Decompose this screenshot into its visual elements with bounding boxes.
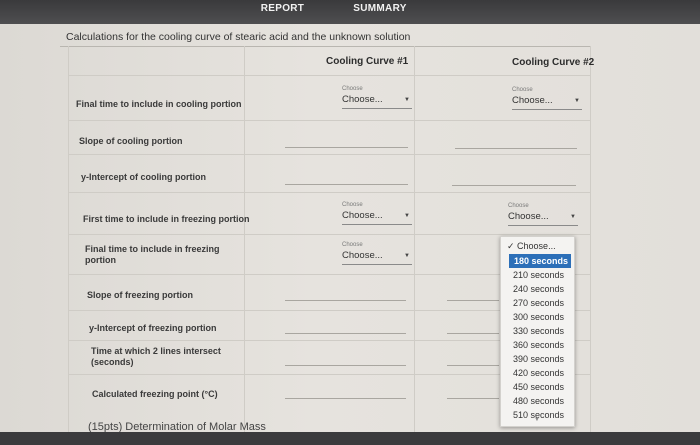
select-final-freezing-curve-1[interactable]: Choose Choose... ▼ [342,242,412,265]
grid-divider [68,154,590,155]
caret-down-icon: ▼ [570,214,576,220]
row-label-final-cooling: Final time to include in cooling portion [76,99,242,109]
row-label-freezing-point: Calculated freezing point (°C) [92,389,218,399]
select-final-cooling-curve-1[interactable]: Choose Choose... ▼ [342,86,412,109]
dropdown-option[interactable]: 450 seconds [501,380,576,394]
scroll-down-icon[interactable]: ▼ [534,417,540,423]
grid-divider [590,46,591,436]
dropdown-option[interactable]: 360 seconds [501,338,576,352]
row-label-yint-freezing: y-Intercept of freezing portion [89,323,217,333]
column-header-curve-2: Cooling Curve #2 [512,57,595,68]
select-first-freezing-curve-2[interactable]: Choose Choose... ▼ [508,203,578,226]
row-label-first-freezing: First time to include in freezing portio… [83,214,250,224]
dropdown-option[interactable]: 240 seconds [501,282,576,296]
select-first-freezing-curve-1[interactable]: Choose Choose... ▼ [342,202,412,225]
bottom-bar [0,432,700,445]
select-underline [508,225,578,226]
freezing-point-curve-2-field[interactable] [447,398,499,399]
yint-cooling-curve-2-field[interactable] [452,185,576,186]
grid-divider [414,46,415,436]
row-label-yint-cooling: y-Intercept of cooling portion [81,172,206,182]
grid-divider [68,75,590,76]
dropdown-option[interactable]: 420 seconds [501,366,576,380]
intersect-curve-1-field[interactable] [285,365,406,366]
dropdown-option[interactable]: 300 seconds [501,310,576,324]
select-underline [342,108,412,109]
select-underline [342,224,412,225]
slope-cooling-curve-1-field[interactable] [285,147,408,148]
row-label-intersect: Time at which 2 lines intersect (seconds… [91,346,221,367]
dropdown-option-choose[interactable]: ✓ Choose... [501,239,576,253]
yint-freezing-curve-1-field[interactable] [285,333,406,334]
top-tab-bar: REPORT SUMMARY [0,0,700,26]
dropdown-option[interactable]: 390 seconds [501,352,576,366]
intersect-curve-2-field[interactable] [447,365,499,366]
grid-divider [244,46,245,436]
dropdown-option-highlighted[interactable]: 180 seconds [509,254,571,268]
select-mini-label: Choose [342,202,363,208]
select-mini-label: Choose [342,86,363,92]
caret-down-icon: ▼ [404,213,410,219]
dropdown-option[interactable]: 480 seconds [501,394,576,408]
slope-cooling-curve-2-field[interactable] [455,148,577,149]
report-sheet: Calculations for the cooling curve of st… [0,24,700,436]
select-underline [512,109,582,110]
select-value: Choose... [342,94,383,105]
dropdown-option[interactable]: 330 seconds [501,324,576,338]
select-mini-label: Choose [512,87,533,93]
tab-report[interactable]: REPORT [235,0,330,26]
grid-divider [68,120,590,121]
grid-divider [68,234,590,235]
select-mini-label: Choose [508,203,529,209]
select-value: Choose... [342,250,383,261]
select-value: Choose... [512,95,553,106]
section-title: Calculations for the cooling curve of st… [66,31,411,43]
select-underline [342,264,412,265]
row-label-final-freezing: Final time to include in freezing portio… [85,244,220,265]
row-label-slope-cooling: Slope of cooling portion [79,136,183,146]
select-mini-label: Choose [342,242,363,248]
tab-summary[interactable]: SUMMARY [340,0,420,26]
select-value: Choose... [508,211,549,222]
heading-divider [60,46,590,47]
yint-freezing-curve-2-field[interactable] [447,333,499,334]
yint-cooling-curve-1-field[interactable] [285,184,408,185]
select-final-cooling-curve-2[interactable]: Choose Choose... ▼ [512,87,582,110]
caret-down-icon: ▼ [574,98,580,104]
slope-freezing-curve-2-field[interactable] [447,300,499,301]
dropdown-final-freezing-curve-2[interactable]: ✓ Choose... 180 seconds 210 seconds 240 … [500,236,575,427]
column-header-curve-1: Cooling Curve #1 [326,56,409,67]
select-value: Choose... [342,210,383,221]
caret-down-icon: ▼ [404,97,410,103]
dropdown-option[interactable]: 210 seconds [501,268,576,282]
row-label-slope-freezing: Slope of freezing portion [87,290,193,300]
grid-divider [68,192,590,193]
grid-divider [68,46,69,436]
dropdown-option[interactable]: 270 seconds [501,296,576,310]
freezing-point-curve-1-field[interactable] [285,398,406,399]
caret-down-icon: ▼ [404,253,410,259]
slope-freezing-curve-1-field[interactable] [285,300,406,301]
